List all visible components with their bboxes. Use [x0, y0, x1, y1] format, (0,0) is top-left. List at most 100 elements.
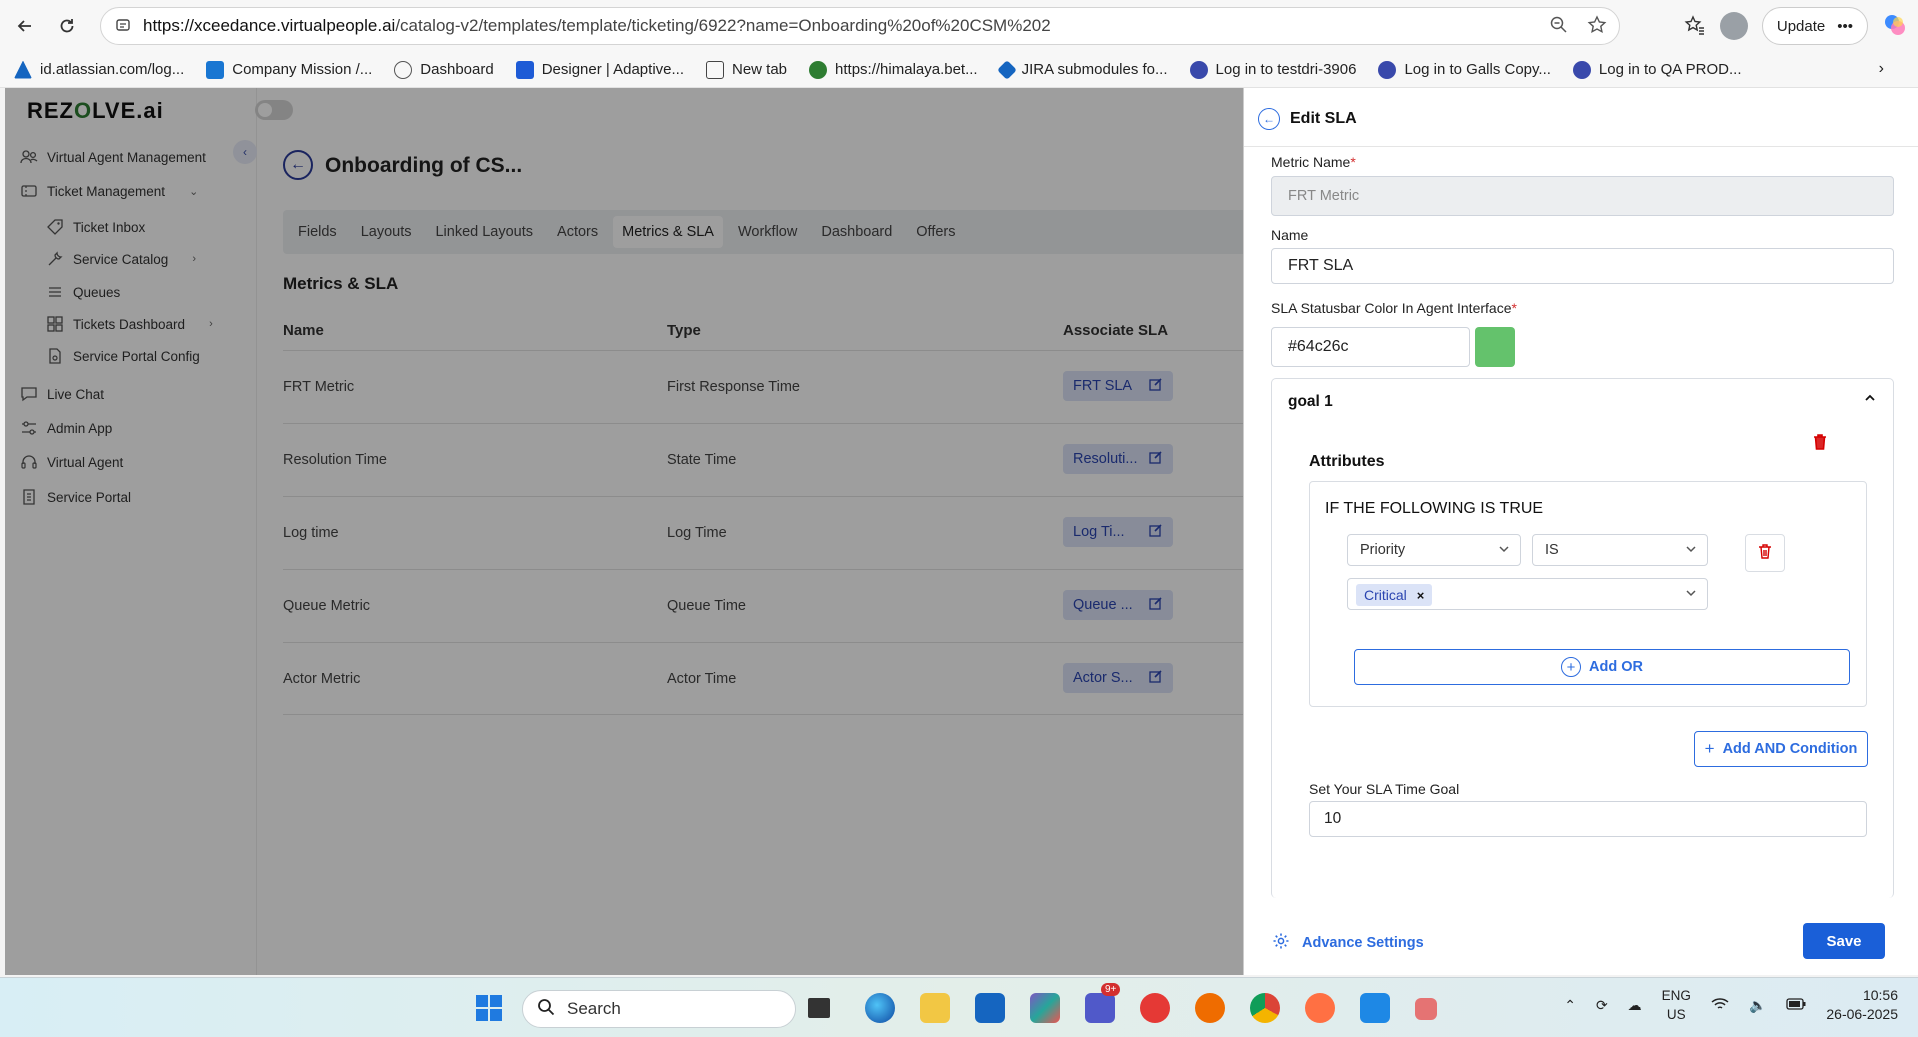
select-value: IS — [1545, 542, 1559, 558]
bookmark-item[interactable]: JIRA submodules fo... — [996, 59, 1168, 80]
modal-backdrop[interactable] — [5, 88, 1243, 975]
copilot-icon[interactable] — [1882, 12, 1908, 41]
language-indicator[interactable]: ENG US — [1662, 986, 1691, 1024]
vscode-icon[interactable] — [1360, 993, 1390, 1023]
delete-goal-icon[interactable] — [1812, 433, 1828, 454]
color-label: SLA Statusbar Color In Agent Interface* — [1271, 300, 1517, 316]
bookmark-item[interactable]: New tab — [706, 60, 787, 79]
bookmark-item[interactable]: Designer | Adaptive... — [515, 60, 684, 79]
bookmark-item[interactable]: Dashboard — [394, 60, 494, 79]
wps-office-icon[interactable] — [1140, 993, 1170, 1023]
bookmark-item[interactable]: id.atlassian.com/log... — [14, 60, 185, 79]
bookmark-item[interactable]: https://himalaya.bet... — [809, 60, 978, 79]
required-asterisk: * — [1350, 154, 1356, 170]
color-hex-field[interactable]: #64c26c — [1271, 327, 1470, 367]
bookmark-label: JIRA submodules fo... — [1021, 61, 1168, 78]
remove-tag-icon[interactable]: × — [1417, 588, 1425, 603]
back-icon[interactable] — [8, 9, 42, 43]
date-text: 26-06-2025 — [1826, 1006, 1898, 1022]
bookmark-label: Company Mission /... — [232, 61, 373, 78]
bookmark-item[interactable]: Log in to Galls Copy... — [1378, 60, 1551, 79]
chevron-up-icon[interactable] — [1863, 391, 1877, 409]
lang-line: US — [1666, 1007, 1686, 1022]
designer-icon — [515, 60, 534, 79]
pencil-app-icon[interactable] — [1305, 993, 1335, 1023]
snipping-tool-icon[interactable] — [1415, 998, 1437, 1020]
bookmarks-bar: id.atlassian.com/log... Company Mission … — [0, 52, 1918, 88]
browser-toolbar: https://xceedance.virtualpeople.ai/catal… — [0, 0, 1918, 52]
windows-start-icon[interactable] — [476, 995, 502, 1021]
windows-taskbar: Search 9+ ⌃ ⟳ ☁ ENG US 🔈 10:56 26-06-202… — [0, 977, 1918, 1037]
bookmark-label: Designer | Adaptive... — [541, 61, 684, 78]
bookmark-label: id.atlassian.com/log... — [40, 61, 185, 78]
bookmark-label: Log in to QA PROD... — [1598, 61, 1742, 78]
app-window: REZOLVE.ai Virtual Agent Management Tick… — [5, 88, 1918, 975]
delete-condition-button[interactable] — [1745, 534, 1785, 572]
url-host: https://xceedance.virtualpeople.ai — [143, 16, 396, 35]
app-icon[interactable] — [1195, 993, 1225, 1023]
profile-avatar[interactable] — [1719, 12, 1748, 40]
onedrive-icon[interactable]: ☁ — [1628, 997, 1642, 1014]
wifi-icon[interactable] — [1711, 997, 1729, 1014]
metric-name-field: FRT Metric — [1271, 176, 1894, 216]
bookmark-item[interactable]: Company Mission /... — [206, 60, 373, 79]
button-label: Add AND Condition — [1722, 741, 1858, 757]
bookmark-label: https://himalaya.bet... — [835, 61, 978, 78]
file-explorer-icon[interactable] — [920, 993, 950, 1023]
update-label: Update — [1776, 17, 1826, 35]
task-view-icon[interactable] — [808, 998, 830, 1018]
bookmark-item[interactable]: Log in to QA PROD... — [1572, 60, 1742, 79]
favorites-icon[interactable] — [1684, 14, 1706, 39]
teams-icon[interactable]: 9+ — [1085, 983, 1121, 1023]
bookmark-item[interactable]: Log in to testdri-3906 — [1189, 60, 1357, 79]
color-swatch[interactable] — [1475, 327, 1515, 367]
advance-settings-link[interactable]: Advance Settings — [1272, 932, 1424, 954]
url-text: https://xceedance.virtualpeople.ai/catal… — [143, 16, 1051, 36]
add-or-button[interactable]: + Add OR — [1354, 649, 1850, 685]
label-text: SLA Statusbar Color In Agent Interface — [1271, 300, 1512, 316]
site-info-icon[interactable] — [115, 17, 131, 36]
back-arrow-icon[interactable]: ← — [1258, 108, 1280, 130]
update-button[interactable]: Update ••• — [1761, 7, 1868, 45]
zoom-icon[interactable] — [1549, 15, 1569, 38]
value-multiselect[interactable]: Critical × — [1347, 578, 1708, 610]
required-asterisk: * — [1511, 300, 1517, 316]
sla-time-goal-label: Set Your SLA Time Goal — [1309, 781, 1460, 797]
m365-icon[interactable] — [1030, 993, 1060, 1023]
sla-time-goal-field[interactable]: 10 — [1309, 801, 1867, 837]
add-and-condition-button[interactable]: + Add AND Condition — [1694, 731, 1868, 767]
taskbar-search[interactable]: Search — [522, 990, 796, 1028]
lang-line: ENG — [1661, 988, 1691, 1003]
volume-icon[interactable]: 🔈 — [1749, 997, 1766, 1014]
chrome-icon[interactable] — [1250, 993, 1280, 1023]
link-label: Advance Settings — [1302, 935, 1424, 951]
url-path: /catalog-v2/templates/template/ticketing… — [395, 16, 1051, 35]
notification-badge: 9+ — [1101, 983, 1121, 996]
field-select[interactable]: Priority — [1347, 534, 1521, 566]
clock[interactable]: 10:56 26-06-2025 — [1826, 986, 1898, 1024]
reload-icon[interactable] — [50, 9, 84, 43]
value-tag: Critical × — [1356, 584, 1433, 606]
edge-browser-icon[interactable] — [865, 993, 895, 1023]
field-value: FRT SLA — [1288, 257, 1354, 274]
plus-icon: + — [1704, 739, 1715, 758]
store-icon[interactable] — [975, 993, 1005, 1023]
new-tab-icon — [706, 60, 724, 79]
address-bar[interactable]: https://xceedance.virtualpeople.ai/catal… — [100, 7, 1620, 45]
field-value: #64c26c — [1288, 338, 1349, 355]
drawer-header: ← Edit SLA — [1258, 108, 1357, 130]
bookmark-label: Log in to testdri-3906 — [1215, 61, 1357, 78]
operator-select[interactable]: IS — [1532, 534, 1708, 566]
bookmark-label: Dashboard — [420, 61, 494, 78]
himalaya-icon — [809, 60, 828, 79]
salesforce-icon — [1572, 60, 1591, 79]
name-field[interactable]: FRT SLA — [1271, 248, 1894, 284]
battery-icon[interactable] — [1786, 997, 1806, 1013]
favorite-star-icon[interactable] — [1587, 15, 1607, 38]
more-menu-icon[interactable]: ••• — [1837, 18, 1853, 35]
bookmark-label: Log in to Galls Copy... — [1404, 61, 1551, 78]
chevron-up-icon[interactable]: ⌃ — [1564, 997, 1576, 1014]
sync-icon[interactable]: ⟳ — [1596, 997, 1608, 1014]
save-button[interactable]: Save — [1803, 923, 1885, 959]
chevron-right-icon[interactable]: › — [1879, 60, 1884, 78]
